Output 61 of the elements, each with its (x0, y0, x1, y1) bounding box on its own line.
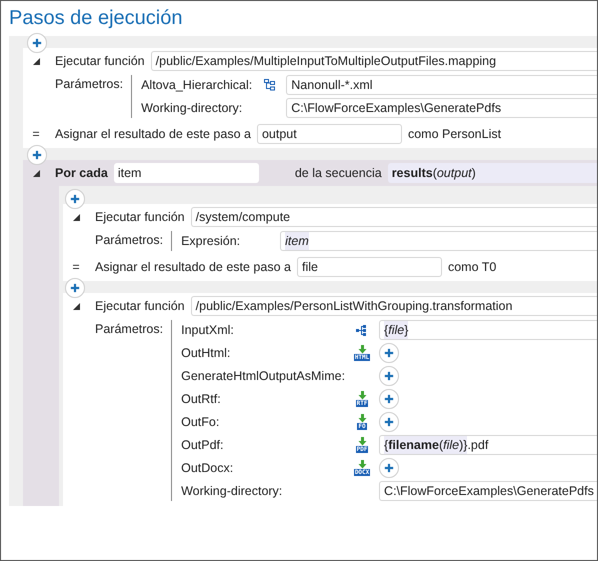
type-label: como T0 (448, 260, 496, 274)
step-label: Ejecutar función (55, 54, 145, 68)
plus-icon (70, 194, 80, 204)
parameter-name: OutFo: (181, 415, 220, 429)
parameter-name: Expresión: (181, 234, 240, 248)
parameter-name: OutDocx: (181, 461, 234, 475)
plus-icon (384, 394, 394, 404)
parameter-field[interactable]: {filename(file)}.pdf (379, 435, 597, 455)
function-path-field[interactable]: /public/Examples/PersonListWithGrouping.transformation (190, 296, 597, 316)
plus-icon (384, 348, 394, 358)
plus-icon (384, 371, 394, 381)
tree-structure-icon (356, 324, 368, 336)
add-button[interactable] (27, 33, 47, 53)
parameter-name: Working-directory: (181, 484, 284, 498)
variable-field[interactable]: output (256, 124, 402, 144)
parameter-field[interactable]: Nanonull-*.xml (286, 75, 597, 95)
equals-sign: = (31, 127, 41, 141)
collapse-triangle-icon[interactable] (72, 214, 80, 220)
parameter-name: GenerateHtmlOutputAsMime: (181, 369, 346, 383)
sequence-label: de la secuencia (294, 166, 382, 180)
variable-field[interactable]: file (296, 257, 442, 277)
item-variable-field[interactable]: item (114, 163, 259, 183)
plus-icon (32, 38, 42, 48)
collapse-triangle-icon[interactable] (72, 302, 80, 310)
parameter-name: OutRtf: (181, 392, 222, 406)
assign-label: Asignar el resultado de este paso a (95, 260, 291, 274)
function-path-field[interactable]: /system/compute (190, 207, 597, 227)
collapse-triangle-icon[interactable] (32, 58, 40, 64)
parameters-label: Parámetros: (55, 76, 124, 93)
step-label: Ejecutar función (95, 299, 185, 313)
collapse-triangle-icon[interactable] (32, 170, 40, 176)
add-button[interactable] (379, 412, 400, 432)
parameter-name: Working-directory: (141, 101, 244, 115)
plus-icon (32, 150, 42, 160)
tree-structure-icon (264, 79, 275, 91)
function-path-field[interactable]: /public/Examples/MultipleInputToMultipleOutputFiles.mapping (150, 51, 597, 71)
type-label: como PersonList (408, 127, 502, 141)
plus-icon (70, 283, 80, 293)
parameter-field[interactable]: C:\FlowForceExamples\GeneratePdfs (379, 481, 597, 501)
add-button[interactable] (379, 389, 400, 409)
assign-label: Asignar el resultado de este paso a (55, 127, 251, 141)
add-button[interactable] (65, 189, 85, 209)
page-title: Pasos de ejecución (8, 6, 184, 31)
parameter-name: OutPdf: (181, 438, 224, 452)
sequence-field[interactable]: results(output) (388, 163, 597, 183)
parameter-name: Altova_Hierarchical: (141, 78, 252, 92)
parameter-field[interactable]: item (280, 231, 597, 251)
plus-icon (384, 463, 394, 473)
parameter-field[interactable]: C:\FlowForceExamples\GeneratePdfs (286, 98, 597, 118)
add-button[interactable] (379, 366, 400, 386)
equals-sign: = (71, 260, 81, 274)
parameter-field[interactable]: {file} (379, 320, 597, 340)
plus-icon (384, 417, 394, 427)
add-button[interactable] (379, 343, 400, 363)
step-label: Ejecutar función (95, 210, 185, 224)
add-button[interactable] (379, 458, 400, 478)
parameter-name: OutHtml: (181, 346, 232, 360)
parameter-name: InputXml: (181, 323, 235, 337)
parameters-label: Parámetros: (95, 321, 164, 338)
for-each-label: Por cada (55, 166, 108, 180)
parameters-label: Parámetros: (95, 232, 164, 249)
